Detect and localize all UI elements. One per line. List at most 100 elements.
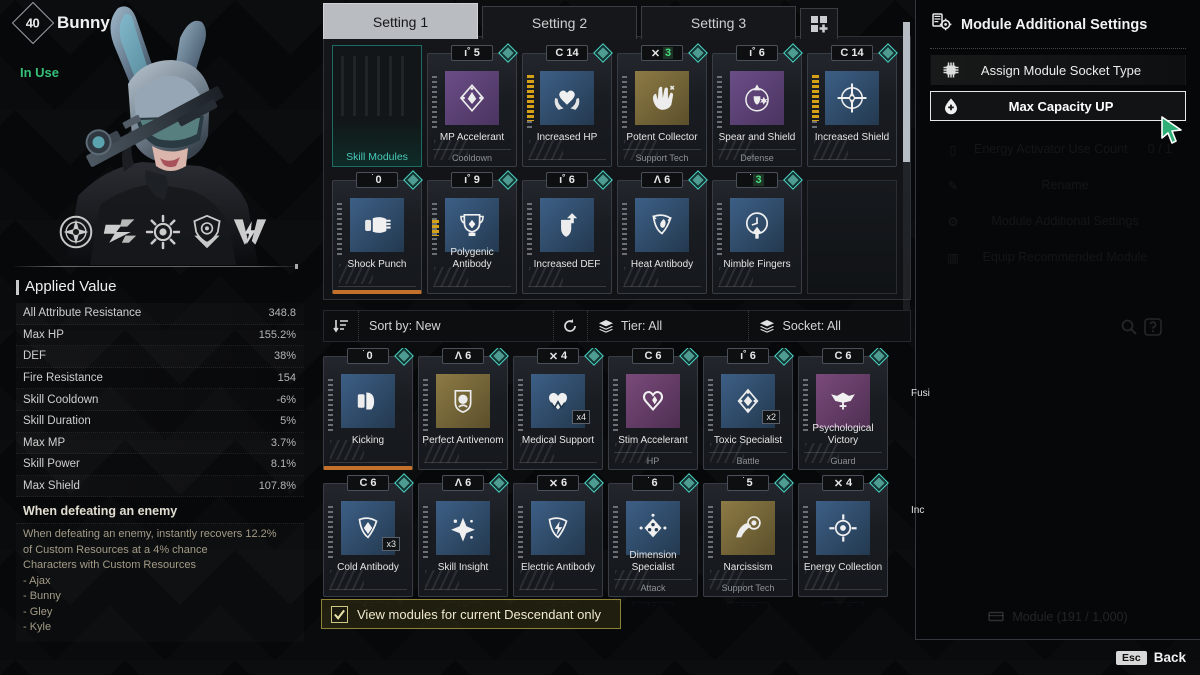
descendant-name: Bunny — [57, 13, 110, 32]
module-card-spear-and-shield[interactable]: ı˚ 6 Spear and Shield Defense — [712, 43, 803, 167]
module-cost-tag: C8 — [727, 602, 769, 606]
tier-filter-label: Tier: All — [620, 319, 663, 333]
checkbox-checked-icon[interactable] — [331, 605, 348, 623]
module-card-nimble-fingers[interactable]: ׁׁ3 Nimble Fingers — [712, 170, 803, 294]
skill-modules-slot[interactable]: Skill Modules — [332, 45, 422, 167]
droplet-plus-icon — [931, 97, 971, 115]
module-card-increased-shield[interactable]: C 14 Increased Shield — [807, 43, 898, 167]
socket-filter-dropdown[interactable]: Socket: All — [748, 311, 910, 341]
stat-row: Skill Cooldown -6% — [16, 389, 304, 411]
settings-module-icon — [932, 12, 952, 37]
module-card-mp-accelerant[interactable]: ı˚ 5 MP Accelerant Cooldown — [427, 43, 518, 167]
ability-icon-row — [58, 208, 268, 256]
descendant-only-filter-toggle[interactable]: View modules for current Descendant only — [321, 599, 621, 629]
effect-description: When defeating an enemy, instantly recov… — [16, 523, 304, 642]
descendant-header: 40 Bunny — [11, 1, 110, 45]
cost-value: 4 — [846, 477, 853, 489]
effect-line: - Ajax — [23, 574, 51, 587]
tab-label: Setting 2 — [531, 15, 588, 31]
module-cost-tag: C6 — [632, 348, 674, 364]
module-category — [338, 286, 416, 290]
module-category — [424, 589, 502, 593]
cost-value: 0 — [366, 350, 373, 362]
hand-grab-icon — [635, 71, 689, 125]
in-use-status: In Use — [20, 65, 60, 80]
module-card-polygenic-antibody[interactable]: ı˚ 9 Polygenic Antibody — [427, 170, 518, 294]
module-card-skill-insight[interactable]: Λ6 Skill Insight — [418, 473, 509, 597]
stat-label: Skill Duration — [23, 415, 91, 428]
board-scrollbar[interactable] — [903, 22, 910, 310]
module-card-stim-accelerant[interactable]: C6 Stim Accelerant HP — [608, 348, 699, 470]
effect-line: When defeating an enemy, instantly recov… — [23, 528, 277, 540]
empty-module-slot[interactable] — [807, 180, 897, 294]
heart-spark-icon — [626, 374, 680, 428]
module-cost-tag: ı˚ 6 — [736, 45, 778, 61]
module-card-partial[interactable]: C8 — [703, 602, 793, 606]
module-card-shock-punch[interactable]: ׁׁ0 Shock Punch — [332, 170, 423, 294]
diamond-spark-icon — [445, 71, 499, 125]
level-value: 40 — [26, 15, 40, 31]
module-count-status: Module (191 / 1,000) — [916, 609, 1200, 625]
module-name: Medical Support — [521, 434, 595, 446]
effect-title: When defeating an enemy — [23, 504, 178, 518]
tab-setting-2[interactable]: Setting 2 — [482, 6, 637, 39]
tab-setting-1[interactable]: Setting 1 — [323, 3, 478, 39]
module-card-psychological-victory[interactable]: C6 Psychological Victory Guard — [798, 348, 889, 470]
help-icon[interactable] — [1144, 318, 1162, 341]
module-category: Defense — [718, 149, 796, 163]
layers-icon — [760, 320, 775, 333]
dimmed-menu-item: ▯ Energy Activator Use Count 0 / 1 — [930, 131, 1186, 167]
tier-filter-dropdown[interactable]: Tier: All — [586, 311, 749, 341]
dimmed-item-label: Energy Activator Use Count — [974, 142, 1128, 156]
socket-symbol: ✕ — [833, 477, 844, 490]
menu-item-assign-module-socket-type[interactable]: Assign Module Socket Type — [930, 55, 1186, 85]
module-card-narcissism[interactable]: ׁׁ5 Narcissism Support Tech — [703, 473, 794, 597]
module-card-partial[interactable]: ✕8 — [798, 602, 888, 606]
sort-desc-icon[interactable] — [324, 318, 358, 334]
equipped-modules-board: Skill Modules ı˚ 5 MP Accelerant Cooldown — [323, 36, 911, 300]
module-card-energy-collection[interactable]: ✕ 4 Energy Collection — [798, 473, 889, 597]
stat-value: 38% — [273, 350, 296, 363]
search-icon[interactable] — [1120, 318, 1138, 341]
back-label: Back — [1153, 650, 1186, 665]
module-category — [329, 462, 407, 466]
module-card-increased-hp[interactable]: C 14 Increased HP — [522, 43, 613, 167]
module-card-kicking[interactable]: ׁׁ0 Kicking — [323, 348, 414, 470]
module-name: Perfect Antivenom — [422, 434, 504, 446]
module-card-toxic-specialist[interactable]: ı˚ 6 x2 Toxic Specialist Battle — [703, 348, 794, 470]
reset-icon[interactable] — [552, 311, 587, 341]
module-card-heat-antibody[interactable]: Λ6 Heat Antibody — [617, 170, 708, 294]
compass-cross-icon — [825, 71, 879, 125]
stack-count-badge: x4 — [572, 410, 590, 424]
module-card-cold-antibody[interactable]: C6 x3 Cold Antibody — [323, 473, 414, 597]
module-card-medical-support[interactable]: ✕ 4 x4 Medical Support — [513, 348, 604, 470]
stat-value: 154 — [277, 372, 296, 385]
tab-setting-3[interactable]: Setting 3 — [641, 6, 796, 39]
menu-item-max-capacity-up[interactable]: Max Capacity UP — [930, 91, 1186, 121]
sunburst-icon — [145, 214, 181, 250]
module-category: HP — [614, 452, 692, 466]
cost-value: 4 — [561, 350, 568, 362]
module-filter-bar: Sort by: New Tier: All Socket: All — [323, 310, 911, 342]
grid-plus-icon[interactable] — [800, 8, 838, 39]
module-name: Nimble Fingers — [723, 258, 791, 270]
module-name: Toxic Specialist — [713, 434, 783, 446]
socket-symbol: C — [834, 350, 843, 362]
module-name: Stim Accelerant — [618, 434, 688, 446]
sort-by-dropdown[interactable]: Sort by: New — [358, 311, 553, 341]
stat-value: 3.7% — [270, 436, 296, 449]
module-card-increased-def[interactable]: ı˚ 6 Increased DEF — [522, 170, 613, 294]
skill-modules-label: Skill Modules — [346, 151, 408, 163]
module-card-dimension-specialist[interactable]: ׁׁ6 Dimension Specialist Attack — [608, 473, 699, 597]
dimmed-item-label: Rename — [1041, 178, 1089, 192]
effect-line: Characters with Custom Resources — [23, 559, 197, 571]
module-cost-tag: ✕ 4 — [537, 348, 579, 364]
menu-item-label: Assign Module Socket Type — [980, 62, 1142, 78]
back-hint[interactable]: Esc Back — [1116, 650, 1186, 665]
stat-row: DEF 38% — [16, 346, 304, 368]
module-cost-tag: ׁׁ5 — [727, 475, 769, 491]
module-card-partial[interactable]: ׁׁ0 — [608, 602, 698, 606]
module-card-electric-antibody[interactable]: ✕ 6 Electric Antibody — [513, 473, 604, 597]
module-card-perfect-antivenom[interactable]: Λ6 Perfect Antivenom — [418, 348, 509, 470]
module-card-potent-collector[interactable]: ✕ 3 Potent Collector Support Tech — [617, 43, 708, 167]
